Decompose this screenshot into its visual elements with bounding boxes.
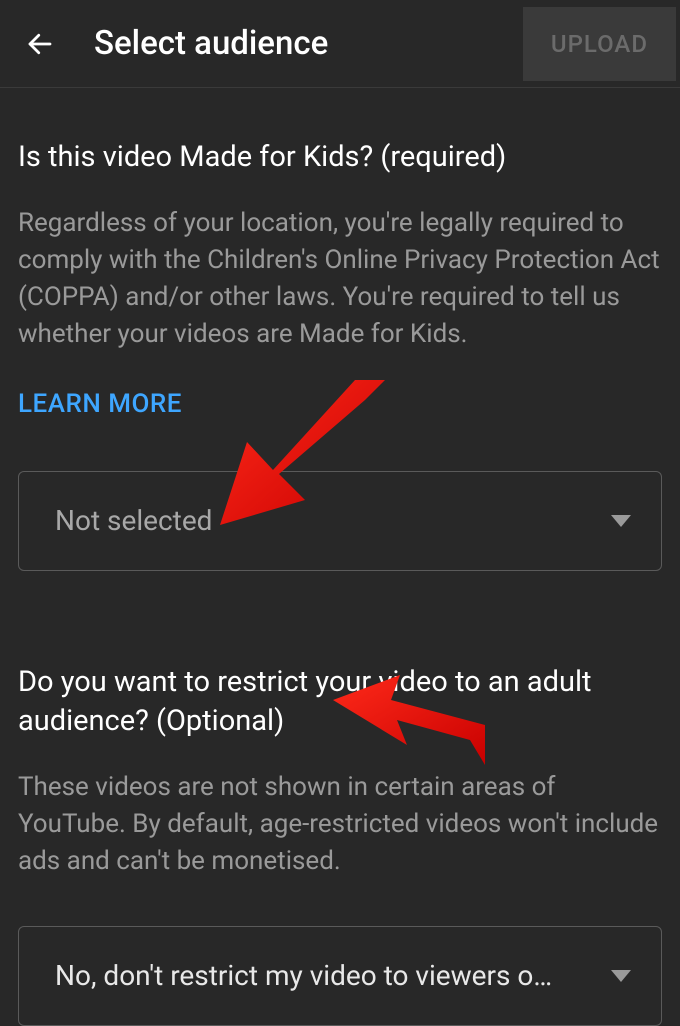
made-for-kids-dropdown-value: Not selected [55,504,212,537]
made-for-kids-section: Is this video Made for Kids? (required) … [18,138,662,571]
back-button[interactable] [16,20,64,68]
upload-button[interactable]: UPLOAD [523,7,676,81]
made-for-kids-description: Regardless of your location, you're lega… [18,205,662,353]
age-restriction-section: Do you want to restrict your video to an… [18,663,662,1026]
age-restriction-heading: Do you want to restrict your video to an… [18,663,662,741]
age-restriction-dropdown-value: No, don't restrict my video to viewers o… [55,959,552,992]
age-restriction-description: These videos are not shown in certain ar… [18,769,662,880]
page-title: Select audience [64,24,523,63]
arrow-left-icon [25,29,55,59]
made-for-kids-dropdown[interactable]: Not selected [18,471,662,571]
made-for-kids-heading: Is this video Made for Kids? (required) [18,138,662,177]
chevron-down-icon [611,515,631,527]
age-restriction-dropdown[interactable]: No, don't restrict my video to viewers o… [18,926,662,1026]
content: Is this video Made for Kids? (required) … [0,88,680,1026]
header: Select audience UPLOAD [0,0,680,88]
learn-more-link[interactable]: LEARN MORE [18,389,182,419]
chevron-down-icon [611,970,631,982]
